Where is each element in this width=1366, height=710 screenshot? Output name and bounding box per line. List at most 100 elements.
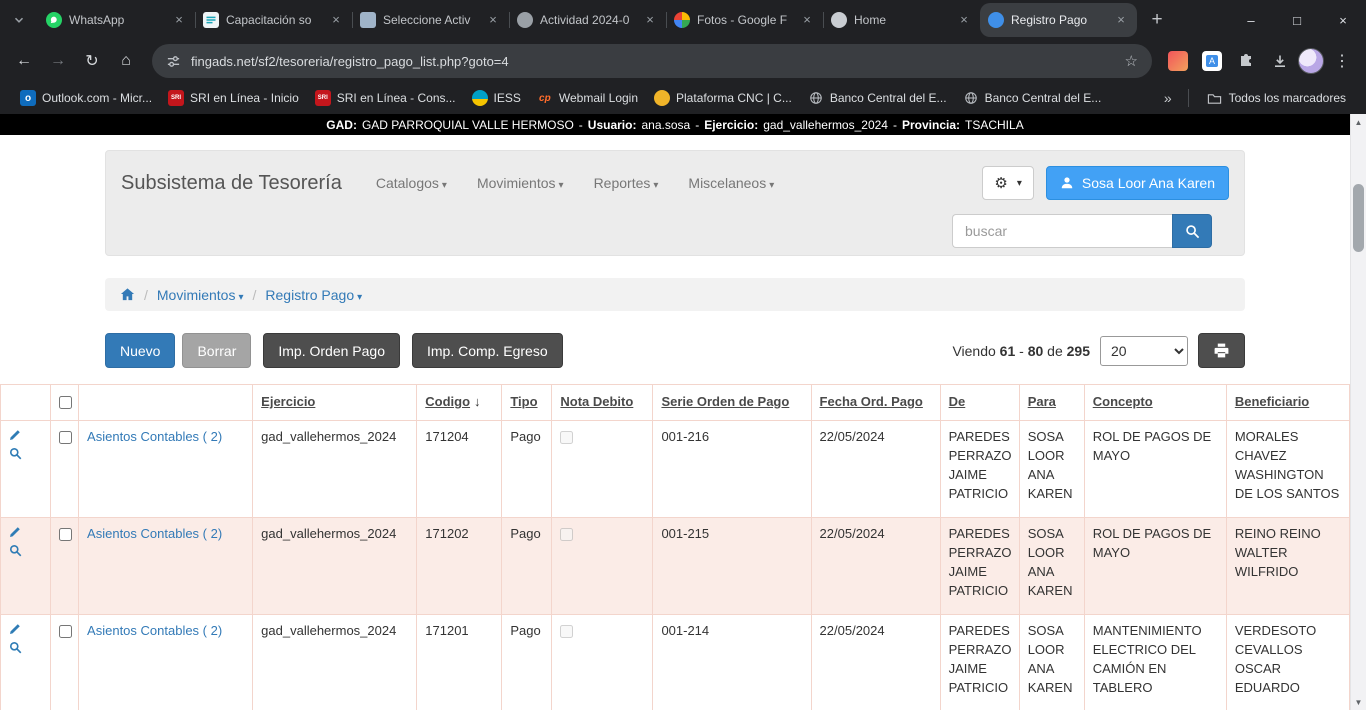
forward-button[interactable]: → — [42, 45, 74, 77]
edit-pencil-icon[interactable] — [9, 525, 21, 544]
header-nota-debito: Nota Debito — [552, 385, 653, 421]
breadcrumb-movimientos[interactable]: Movimientos▾ — [157, 287, 244, 303]
home-button[interactable]: ⌂ — [110, 45, 142, 77]
nav-catalogos[interactable]: Catalogos▾ — [376, 175, 447, 191]
scroll-up-arrow[interactable]: ▲ — [1351, 114, 1366, 130]
nuevo-button[interactable]: Nuevo — [105, 333, 175, 368]
tab-close-icon[interactable]: × — [1113, 12, 1129, 28]
bookmark-banco-central-2[interactable]: Banco Central del E... — [955, 87, 1110, 109]
home-icon[interactable] — [120, 287, 135, 302]
page-size-select[interactable]: 20 — [1100, 336, 1188, 366]
bookmark-cnc[interactable]: Plataforma CNC | C... — [646, 87, 800, 109]
user-menu-button[interactable]: Sosa Loor Ana Karen — [1046, 166, 1229, 200]
printer-icon — [1213, 342, 1230, 359]
settings-gear-button[interactable]: ⚙ ▾ — [982, 166, 1033, 200]
app-title[interactable]: Subsistema de Tesorería — [121, 172, 342, 195]
sri-icon: SRI — [168, 90, 184, 106]
url-text[interactable]: fingads.net/sf2/tesoreria/registro_pago_… — [191, 54, 1115, 69]
page-from: 61 — [1000, 343, 1016, 359]
all-bookmarks-button[interactable]: Todos los marcadores — [1199, 87, 1354, 109]
extension-icon[interactable] — [1168, 51, 1188, 71]
view-magnifier-icon[interactable] — [9, 641, 22, 660]
cpanel-icon: cp — [537, 90, 553, 106]
tab-close-icon[interactable]: × — [485, 12, 501, 28]
chevron-down-icon — [12, 13, 26, 27]
imp-orden-pago-button[interactable]: Imp. Orden Pago — [263, 333, 400, 368]
row-checkbox[interactable] — [59, 625, 72, 638]
imp-comp-egreso-button[interactable]: Imp. Comp. Egreso — [412, 333, 563, 368]
bookmark-iess[interactable]: IESS — [464, 87, 529, 109]
tab-capacitacion[interactable]: Capacitación so × — [195, 3, 352, 37]
minimize-button[interactable]: – — [1228, 0, 1274, 40]
tab-close-icon[interactable]: × — [799, 12, 815, 28]
extensions-puzzle-icon[interactable] — [1230, 45, 1262, 77]
scrollbar-thumb[interactable] — [1353, 184, 1364, 252]
edit-pencil-icon[interactable] — [9, 622, 21, 641]
bookmark-banco-central-1[interactable]: Banco Central del E... — [800, 87, 955, 109]
tab-home[interactable]: Home × — [823, 3, 980, 37]
bookmark-label: Todos los marcadores — [1229, 91, 1346, 105]
bookmark-sri-consultas[interactable]: SRI SRI en Línea - Cons... — [307, 87, 464, 109]
search-input[interactable] — [952, 214, 1172, 248]
whatsapp-favicon — [46, 12, 62, 28]
sort-desc-icon: ↓ — [474, 394, 481, 409]
nav-miscelaneos[interactable]: Miscelaneos▾ — [688, 175, 774, 191]
tab-whatsapp[interactable]: WhatsApp × — [38, 3, 195, 37]
bookmark-webmail[interactable]: cp Webmail Login — [529, 87, 646, 109]
search-button[interactable] — [1172, 214, 1212, 248]
provincia-value: TSACHILA — [965, 118, 1024, 132]
view-magnifier-icon[interactable] — [9, 447, 22, 466]
select-all-checkbox[interactable] — [59, 396, 72, 409]
back-button[interactable]: ← — [8, 45, 40, 77]
row-checkbox[interactable] — [59, 528, 72, 541]
address-bar[interactable]: fingads.net/sf2/tesoreria/registro_pago_… — [152, 44, 1152, 78]
downloads-icon[interactable] — [1264, 45, 1296, 77]
header-codigo: Codigo↓ — [417, 385, 502, 421]
nav-movimientos[interactable]: Movimientos▾ — [477, 175, 564, 191]
bookmark-star-icon[interactable]: ☆ — [1125, 52, 1138, 70]
tab-title: Capacitación so — [226, 13, 321, 27]
page-scrollbar[interactable]: ▲ ▼ — [1350, 114, 1366, 710]
asientos-contables-link[interactable]: Asientos Contables ( 2) — [87, 429, 222, 444]
translate-extension-icon[interactable]: A — [1202, 51, 1222, 71]
bookmarks-overflow-chevron[interactable]: » — [1158, 90, 1178, 106]
print-button[interactable] — [1198, 333, 1245, 368]
tab-close-icon[interactable]: × — [328, 12, 344, 28]
page-to: 80 — [1028, 343, 1044, 359]
caret-down-icon: ▾ — [238, 292, 243, 303]
tab-close-icon[interactable]: × — [956, 12, 972, 28]
edit-pencil-icon[interactable] — [9, 428, 21, 447]
close-window-button[interactable]: × — [1320, 0, 1366, 40]
asientos-contables-link[interactable]: Asientos Contables ( 2) — [87, 623, 222, 638]
bookmark-label: Plataforma CNC | C... — [676, 91, 792, 105]
view-magnifier-icon[interactable] — [9, 544, 22, 563]
tab-fotos[interactable]: Fotos - Google F × — [666, 3, 823, 37]
caret-down-icon: ▾ — [769, 180, 774, 191]
cell-concepto: MANTENIMIENTO ELECTRICO DEL CAMIÓN EN TA… — [1084, 615, 1226, 710]
bookmark-outlook[interactable]: o Outlook.com - Micr... — [12, 87, 160, 109]
tab-registro-pago-active[interactable]: Registro Pago × — [980, 3, 1137, 37]
tab-close-icon[interactable]: × — [642, 12, 658, 28]
tab-seleccione[interactable]: Seleccione Activ × — [352, 3, 509, 37]
bookmark-sri-inicio[interactable]: SRI SRI en Línea - Inicio — [160, 87, 307, 109]
profile-avatar[interactable] — [1298, 48, 1324, 74]
reload-button[interactable]: ↻ — [76, 45, 108, 77]
scroll-down-arrow[interactable]: ▼ — [1351, 694, 1366, 710]
tab-close-icon[interactable]: × — [171, 12, 187, 28]
nota-debito-checkbox — [560, 625, 573, 638]
maximize-button[interactable]: □ — [1274, 0, 1320, 40]
header-concepto: Concepto — [1084, 385, 1226, 421]
tab-actividad[interactable]: Actividad 2024-0 × — [509, 3, 666, 37]
row-checkbox[interactable] — [59, 431, 72, 444]
borrar-button[interactable]: Borrar — [182, 333, 251, 368]
asientos-contables-link[interactable]: Asientos Contables ( 2) — [87, 526, 222, 541]
tab-search-button[interactable] — [6, 7, 32, 33]
cell-codigo: 171202 — [417, 518, 502, 615]
site-info-tune-icon[interactable] — [166, 54, 181, 69]
breadcrumb-registro-pago[interactable]: Registro Pago▾ — [265, 287, 362, 303]
menu-kebab-icon[interactable]: ⋮ — [1326, 45, 1358, 77]
separator — [1188, 89, 1189, 107]
new-tab-button[interactable]: + — [1143, 6, 1171, 34]
nav-reportes[interactable]: Reportes▾ — [594, 175, 659, 191]
browser-window: WhatsApp × Capacitación so × Seleccione … — [0, 0, 1366, 710]
